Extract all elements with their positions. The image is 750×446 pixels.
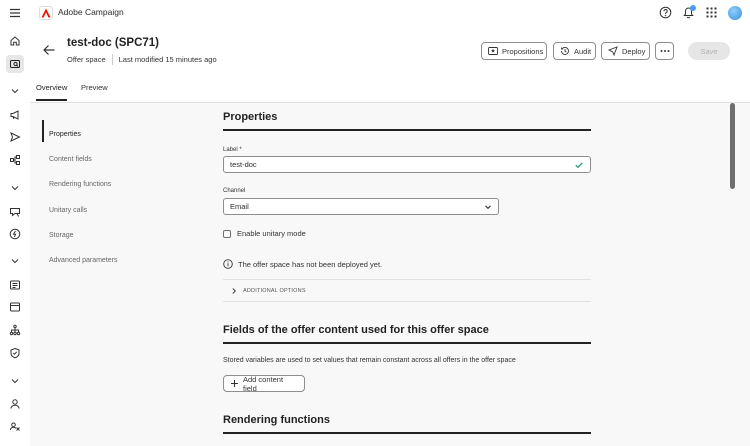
channel-select[interactable]: Email (223, 198, 499, 215)
properties-heading: Properties (223, 111, 278, 123)
page-header: test-doc (SPC71) Offer space Last modifi… (30, 27, 750, 103)
chevron-down-icon (483, 202, 493, 212)
nav-storage[interactable]: Storage (49, 232, 74, 239)
top-bar: Adobe Campaign (0, 0, 750, 27)
left-rail (0, 27, 30, 446)
audiences-icon[interactable] (6, 418, 24, 436)
browser-icon[interactable] (6, 298, 24, 316)
hamburger-menu-icon[interactable] (8, 6, 22, 20)
add-content-field-button[interactable]: Add content field (223, 374, 305, 393)
deploy-button[interactable]: Deploy (601, 42, 650, 60)
more-icon (660, 49, 670, 53)
active-section-indicator (42, 120, 44, 142)
tab-overview[interactable]: Overview (36, 83, 67, 92)
save-button[interactable]: Save (688, 42, 730, 60)
nav-content-fields[interactable]: Content fields (49, 156, 92, 163)
last-modified-label: Last modified 15 minutes ago (118, 55, 217, 64)
back-arrow-icon[interactable] (42, 44, 56, 56)
nav-rendering-functions[interactable]: Rendering functions (49, 181, 111, 188)
workflows-icon[interactable] (6, 151, 24, 169)
section-rule (223, 342, 591, 344)
home-icon[interactable] (6, 32, 24, 50)
active-tab-indicator (36, 99, 67, 101)
divider (223, 301, 591, 302)
channel-field-label: Channel (223, 188, 246, 194)
main-area: test-doc (SPC71) Offer space Last modifi… (30, 27, 750, 446)
audit-label: Audit (574, 46, 592, 56)
info-icon (223, 259, 233, 269)
chevron-down-icon[interactable] (6, 82, 24, 100)
lightning-icon[interactable] (6, 225, 24, 243)
list-card-icon[interactable] (6, 276, 24, 294)
label-input[interactable]: test-doc (223, 156, 591, 173)
unitary-mode-checkbox[interactable] (223, 230, 231, 238)
user-icon[interactable] (6, 395, 24, 413)
notification-badge (690, 5, 696, 11)
star-box-icon (488, 46, 498, 56)
explorer-icon[interactable] (6, 55, 24, 73)
tab-preview[interactable]: Preview (81, 83, 108, 92)
more-actions-button[interactable] (655, 42, 674, 60)
rendering-section-heading: Rendering functions (223, 414, 330, 426)
chevron-down-icon[interactable] (6, 372, 24, 390)
section-rule (223, 432, 591, 434)
page-subtitle: Offer space Last modified 15 minutes ago (67, 54, 217, 65)
history-icon (560, 46, 570, 56)
divider (111, 54, 113, 65)
label-input-value: test-doc (230, 160, 257, 169)
chevron-right-icon[interactable] (230, 287, 238, 295)
campaigns-megaphone-icon[interactable] (6, 106, 24, 124)
plus-icon (230, 379, 239, 388)
add-content-field-label: Add content field (243, 374, 284, 393)
deploy-label: Deploy (622, 46, 646, 56)
deliveries-send-icon[interactable] (6, 128, 24, 146)
offers-icon[interactable] (6, 203, 24, 221)
hierarchy-icon[interactable] (6, 321, 24, 339)
help-icon[interactable] (659, 6, 672, 19)
app-title[interactable]: Adobe Campaign (58, 7, 124, 17)
chevron-down-icon[interactable] (6, 252, 24, 270)
checkmark-icon (574, 160, 584, 170)
channel-select-value: Email (230, 202, 249, 211)
additional-options-toggle[interactable]: ADDITIONAL OPTIONS (243, 288, 306, 294)
section-rule (223, 129, 591, 131)
nav-properties[interactable]: Properties (49, 131, 81, 138)
user-avatar[interactable] (728, 6, 742, 20)
label-field-label: Label * (223, 147, 242, 153)
nav-advanced-parameters[interactable]: Advanced parameters (49, 257, 117, 264)
deploy-icon (608, 46, 618, 56)
deploy-status-text: The offer space has not been deployed ye… (238, 260, 383, 269)
propositions-label: Propositions (502, 46, 544, 56)
scrollbar[interactable] (730, 103, 735, 189)
divider (223, 279, 591, 280)
chevron-down-icon[interactable] (6, 179, 24, 197)
page-title: test-doc (SPC71) (67, 37, 160, 49)
object-type-label: Offer space (67, 55, 106, 64)
shield-icon[interactable] (6, 344, 24, 362)
unitary-mode-label[interactable]: Enable unitary mode (237, 229, 306, 238)
nav-unitary-calls[interactable]: Unitary calls (49, 207, 87, 214)
adobe-logo-icon (39, 6, 53, 20)
fields-section-heading: Fields of the offer content used for thi… (223, 324, 489, 336)
apps-grid-icon[interactable] (705, 6, 718, 19)
audit-button[interactable]: Audit (553, 42, 596, 60)
fields-section-description: Stored variables are used to set values … (223, 357, 516, 364)
propositions-button[interactable]: Propositions (481, 42, 547, 60)
